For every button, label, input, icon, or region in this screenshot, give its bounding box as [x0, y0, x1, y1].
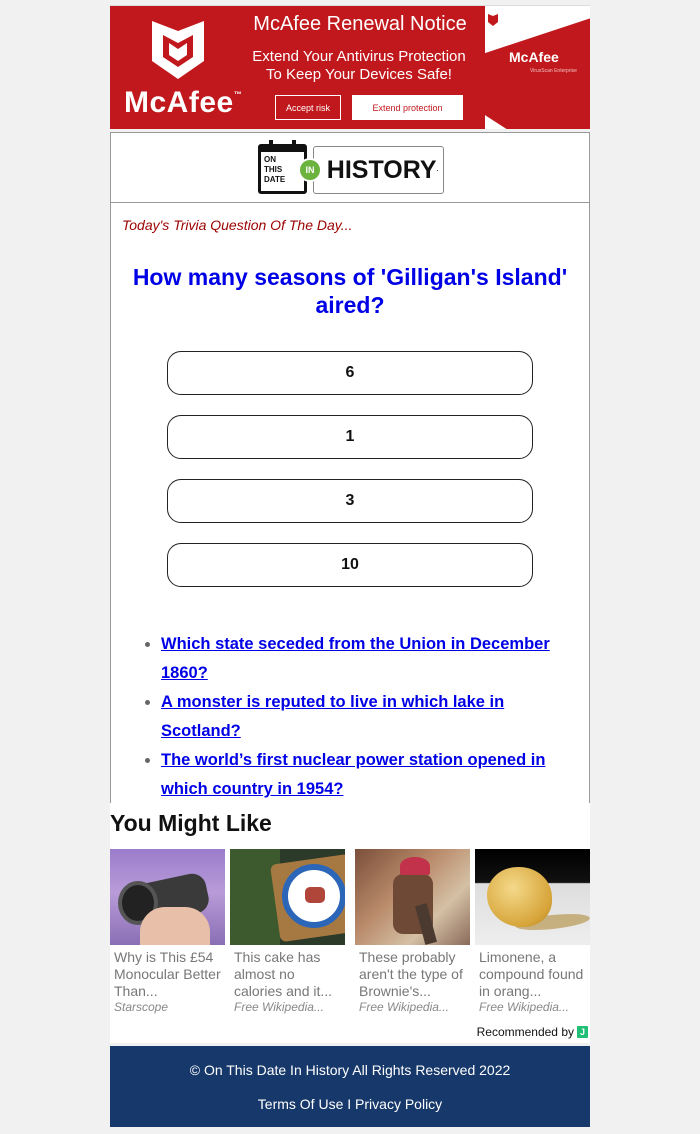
mcafee-ad-banner[interactable]: McAfee™ McAfee Renewal Notice Extend You… [110, 5, 590, 129]
link-separator: I [343, 1096, 356, 1112]
brownie-image [355, 849, 470, 945]
ad-title: McAfee Renewal Notice [253, 13, 467, 35]
logo-in-badge: IN [298, 158, 322, 182]
recommendation-card[interactable]: Why is This £54 Monocular Better Than...… [110, 849, 225, 1015]
card-source: Free Wikipedia... [479, 1000, 569, 1014]
recommendations-title: You Might Like [110, 810, 272, 836]
product-box-image: McAfee VirusScan Enterprise [485, 6, 590, 129]
site-logo[interactable]: ON THIS DATE IN HISTORY. [111, 133, 589, 203]
terms-of-use-link[interactable]: Terms Of Use [258, 1096, 344, 1112]
logo-wordmark: HISTORY. [313, 146, 444, 194]
site-footer: © On This Date In History All Rights Res… [110, 1046, 590, 1127]
answer-option[interactable]: 10 [167, 543, 533, 587]
mcafee-shield-icon [488, 14, 498, 26]
copyright-text: © On This Date In History All Rights Res… [189, 1062, 511, 1078]
card-source: Starscope [114, 1000, 169, 1014]
answer-option[interactable]: 1 [167, 415, 533, 459]
box-brand: McAfee [509, 49, 559, 65]
recommendation-card[interactable]: This cake has almost no calories and it.… [230, 849, 345, 1015]
accept-risk-button[interactable]: Accept risk [275, 95, 341, 120]
list-item: The world’s first nuclear power station … [145, 746, 585, 804]
recommended-by-label: Recommended by [476, 1025, 574, 1039]
answer-options: 6 1 3 10 [167, 351, 533, 607]
privacy-policy-link[interactable]: Privacy Policy [355, 1096, 442, 1112]
footer-links: Terms Of Use I Privacy Policy [110, 1096, 590, 1112]
recommendation-card[interactable]: These probably aren't the type of Browni… [355, 849, 470, 1015]
card-source: Free Wikipedia... [359, 1000, 449, 1014]
trivia-label: Today's Trivia Question Of The Day... [122, 217, 353, 233]
related-questions-list: Which state seceded from the Union in De… [145, 630, 585, 804]
related-question-link[interactable]: A monster is reputed to live in which la… [161, 693, 504, 740]
trivia-question: How many seasons of 'Gilligan's Island' … [132, 264, 568, 318]
recommendations-widget: You Might Like Why is This £54 Monocular… [110, 803, 590, 1043]
card-title: Why is This £54 Monocular Better Than... [114, 949, 221, 999]
extend-protection-button[interactable]: Extend protection [352, 95, 463, 120]
lemon-image [475, 849, 590, 945]
list-item: A monster is reputed to live in which la… [145, 688, 585, 746]
answer-option[interactable]: 3 [167, 479, 533, 523]
ad-subtitle: Extend Your Antivirus Protection To Keep… [252, 48, 466, 83]
monocular-image [110, 849, 225, 945]
box-product: VirusScan Enterprise [530, 68, 577, 74]
answer-option[interactable]: 6 [167, 351, 533, 395]
related-question-link[interactable]: The world’s first nuclear power station … [161, 751, 545, 798]
card-title: These probably aren't the type of Browni… [359, 949, 463, 999]
recommendation-card[interactable]: Limonene, a compound found in orang... F… [475, 849, 590, 1015]
recommended-by[interactable]: Recommended by J [477, 1025, 588, 1039]
card-source: Free Wikipedia... [234, 1000, 324, 1014]
trivia-content: ON THIS DATE IN HISTORY. Today's Trivia … [110, 132, 590, 803]
related-question-link[interactable]: Which state seceded from the Union in De… [161, 635, 550, 682]
recommender-logo-icon: J [577, 1026, 588, 1038]
mcafee-shield-icon [152, 21, 204, 79]
list-item: Which state seceded from the Union in De… [145, 630, 585, 688]
card-title: Limonene, a compound found in orang... [479, 949, 584, 999]
card-title: This cake has almost no calories and it.… [234, 949, 333, 999]
cake-image [230, 849, 345, 945]
ad-brand-logo: McAfee™ [124, 86, 243, 119]
